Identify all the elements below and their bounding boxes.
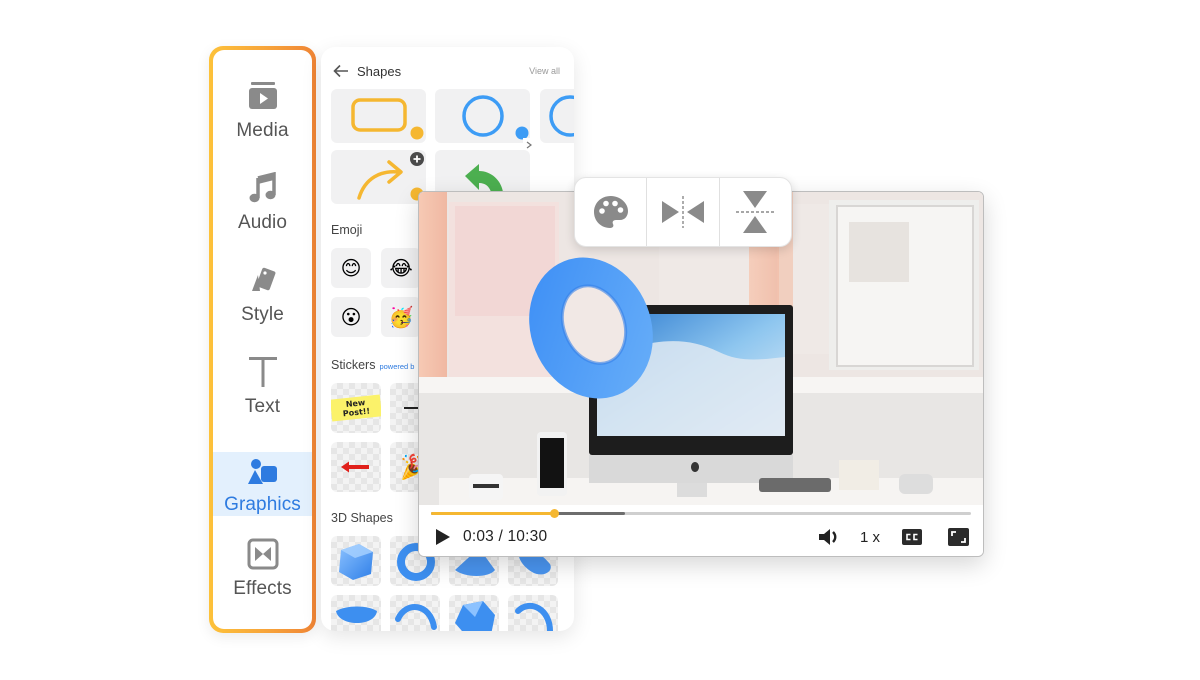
powered-by-link[interactable]: powered b (379, 362, 414, 371)
3d-shape-icosahedron[interactable] (449, 595, 499, 631)
graphic-edit-toolbar (574, 177, 792, 247)
sidebar-item-label: Audio (237, 212, 288, 233)
3d-shape-half-ring[interactable] (390, 595, 440, 631)
sticker-text: New Post!! (331, 394, 381, 422)
captions-button[interactable] (902, 529, 922, 545)
sidebar-item-label: Graphics (224, 494, 301, 515)
shape-tile-circle[interactable] (435, 89, 530, 143)
red-arrow-icon (341, 461, 369, 473)
shape-tile-curved-arrow[interactable] (331, 150, 426, 204)
palette-icon (593, 196, 628, 228)
fullscreen-icon (951, 531, 966, 543)
controls-right: 1 x (818, 527, 969, 547)
3d-shape-cube[interactable] (331, 536, 381, 586)
sidebar-item-media[interactable]: Media (213, 72, 312, 164)
emoji-tile[interactable]: 🥳 (381, 297, 421, 337)
volume-icon[interactable] (818, 527, 840, 547)
sidebar-item-label: Media (236, 120, 289, 141)
flip-vertical-icon (736, 191, 775, 233)
section-title-stickers: Stickers powered b (331, 358, 414, 372)
progress-thumb[interactable] (550, 509, 560, 518)
cc-icon (906, 533, 918, 541)
sidebar-item-audio[interactable]: Audio (213, 164, 312, 256)
text-icon (245, 354, 281, 390)
3d-shape-arc-ring[interactable] (508, 595, 558, 631)
time-display: 0:03 / 10:30 (463, 528, 548, 545)
color-palette-button[interactable] (575, 178, 648, 246)
emoji-tile[interactable]: 😂 (381, 248, 421, 288)
sidebar-inner: Media Audio Style Text Graphics Effects (213, 50, 312, 629)
player-controls: 0:03 / 10:30 1 x (419, 505, 983, 556)
sidebar-item-text[interactable]: Text (213, 348, 312, 440)
chevron-right-icon (526, 141, 532, 149)
sidebar-item-effects[interactable]: Effects (213, 530, 312, 622)
flip-horizontal-icon (661, 196, 704, 228)
controls-row: 0:03 / 10:30 1 x (435, 525, 969, 549)
played-bar (431, 512, 555, 515)
flip-vertical-button[interactable] (720, 178, 791, 246)
sidebar-item-graphics[interactable]: Graphics (213, 452, 312, 516)
section-title-emoji: Emoji (331, 223, 363, 237)
red-arrow-sticker[interactable] (331, 442, 381, 492)
sidebar: Media Audio Style Text Graphics Effects (209, 46, 316, 633)
graphics-shapes-icon (245, 454, 281, 490)
arrow-left-icon[interactable] (333, 64, 349, 78)
3d-shape-hemisphere[interactable] (331, 595, 381, 631)
sidebar-item-style[interactable]: Style (213, 256, 312, 348)
sidebar-item-label: Text (244, 396, 281, 417)
sidebar-item-label: Style (241, 304, 284, 325)
fullscreen-button[interactable] (948, 528, 969, 546)
flip-horizontal-button[interactable] (647, 178, 720, 246)
style-swatch-icon (245, 262, 281, 298)
sidebar-item-label: Effects (233, 578, 292, 599)
emoji-tile[interactable]: 😊 (331, 248, 371, 288)
panel-header: Shapes View all (333, 63, 560, 79)
emoji-tile[interactable]: 😮 (331, 297, 371, 337)
effects-transition-icon (245, 536, 281, 572)
playback-speed-button[interactable]: 1 x (860, 529, 880, 546)
music-note-icon (245, 170, 281, 206)
media-icon (245, 78, 281, 114)
stickers-title: Stickers (331, 358, 376, 372)
shape-tile-circle-partial[interactable] (540, 89, 574, 143)
panel-title: Shapes (357, 63, 402, 79)
view-all-link[interactable]: View all (529, 66, 560, 76)
section-title-3d-shapes: 3D Shapes (331, 511, 393, 525)
progress-bar[interactable] (431, 509, 971, 518)
shape-tile-rounded-rectangle[interactable] (331, 89, 426, 143)
new-post-sticker[interactable]: New Post!! (331, 383, 381, 433)
play-icon[interactable] (435, 528, 451, 546)
